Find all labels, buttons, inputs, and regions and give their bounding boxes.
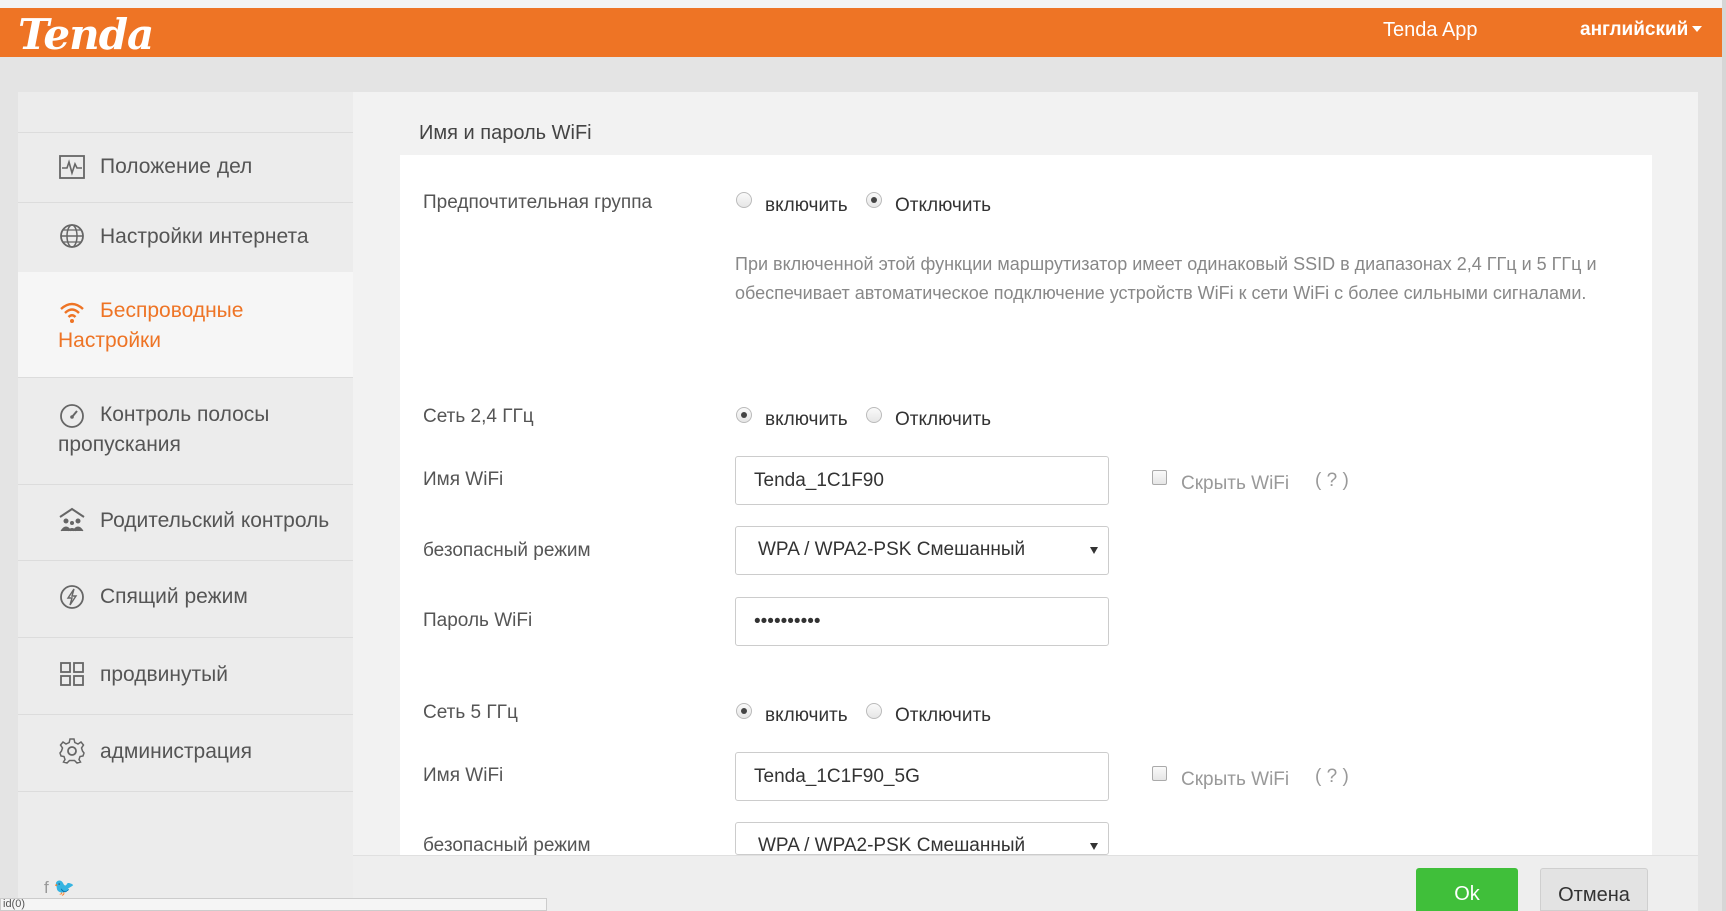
band5-disable-radio[interactable]: [866, 703, 882, 719]
band5-security-label: безопасный режим: [423, 835, 591, 856]
language-dropdown[interactable]: английский: [1580, 19, 1703, 41]
band24-security-label: безопасный режим: [423, 540, 591, 561]
sidebar-item-internet[interactable]: Настройки интернета: [18, 202, 353, 272]
band5-enable-label[interactable]: включить: [765, 705, 848, 727]
sidebar-item-wireless[interactable]: Беспроводные Настройки: [18, 272, 353, 377]
band5-disable-label[interactable]: Отключить: [895, 705, 991, 727]
tenda-logo[interactable]: Tenda: [18, 10, 154, 59]
sidebar-item-administration[interactable]: администрация: [18, 714, 353, 791]
band5-help-icon[interactable]: ( ? ): [1315, 766, 1349, 788]
language-label: английский: [1580, 19, 1689, 40]
sidebar-item-label: Родительский контроль: [100, 509, 330, 532]
preferred-disable-label[interactable]: Отключить: [895, 195, 991, 217]
browser-status-bar: id(0): [0, 898, 547, 911]
band24-ssid-input[interactable]: [735, 456, 1109, 505]
band24-enable-label[interactable]: включить: [765, 409, 848, 431]
band5-label: Сеть 5 ГГц: [423, 702, 518, 723]
band24-security-select[interactable]: WPA / WPA2-PSK Смешанный: [735, 526, 1109, 575]
sidebar-item-parental[interactable]: Родительский контроль: [18, 484, 353, 560]
sidebar-item-label: Беспроводные: [100, 299, 244, 322]
preferred-enable-label[interactable]: включить: [765, 195, 848, 217]
family-icon: [59, 507, 85, 532]
status-chart-icon: [59, 155, 85, 179]
preferred-group-label: Предпочтительная группа: [423, 192, 653, 213]
sidebar-item-label: Спящий режим: [100, 585, 248, 608]
band5-ssid-input[interactable]: [735, 752, 1109, 801]
band5-hide-checkbox[interactable]: [1152, 766, 1167, 781]
globe-icon: [60, 224, 84, 248]
social-links[interactable]: f 🐦: [44, 878, 75, 898]
sidebar-item-label-line2: Настройки: [58, 329, 161, 352]
band24-label: Сеть 2,4 ГГц: [423, 406, 534, 427]
gear-icon: [59, 738, 85, 764]
band24-disable-label[interactable]: Отключить: [895, 409, 991, 431]
ok-button[interactable]: Ok: [1416, 868, 1518, 911]
divider: [18, 791, 353, 792]
band5-ssid-label: Имя WiFi: [423, 765, 504, 786]
speedometer-icon: [60, 404, 84, 428]
band24-hide-label[interactable]: Скрыть WiFi: [1181, 473, 1289, 495]
section-title: Имя и пароль WiFi: [419, 122, 592, 144]
preferred-enable-radio[interactable]: [736, 192, 752, 208]
grid-icon: [60, 662, 84, 686]
band24-help-icon[interactable]: ( ? ): [1315, 470, 1349, 492]
sidebar-item-advanced[interactable]: продвинутый: [18, 637, 353, 714]
sidebar-item-label: Контроль полосы: [100, 403, 270, 426]
sidebar-item-label: администрация: [100, 740, 253, 763]
band5-enable-radio[interactable]: [736, 703, 752, 719]
band24-security-value: WPA / WPA2-PSK Смешанный: [758, 539, 1026, 560]
preferred-disable-radio[interactable]: [866, 192, 882, 208]
scrollbar[interactable]: [1722, 0, 1726, 911]
dropdown-arrow-icon: [1090, 843, 1098, 850]
chevron-down-icon: [1692, 26, 1703, 32]
sidebar-item-sleep[interactable]: Спящий режим: [18, 560, 353, 637]
tenda-app-link[interactable]: Tenda App: [1383, 19, 1478, 42]
preferred-description: При включенной этой функции маршрутизато…: [735, 254, 1597, 303]
sidebar-item-label: Положение дел: [100, 155, 253, 178]
wifi-icon: [60, 302, 84, 323]
sidebar-item-status[interactable]: Положение дел: [18, 132, 353, 202]
sidebar-item-label: продвинутый: [100, 663, 228, 686]
band24-password-input[interactable]: [735, 597, 1109, 646]
top-header: Tenda Tenda App английский: [0, 8, 1726, 59]
band5-security-value: WPA / WPA2-PSK Смешанный: [758, 835, 1026, 855]
band24-password-label: Пароль WiFi: [423, 610, 533, 631]
band24-enable-radio[interactable]: [736, 407, 752, 423]
band24-ssid-label: Имя WiFi: [423, 469, 504, 490]
band24-disable-radio[interactable]: [866, 407, 882, 423]
dropdown-arrow-icon: [1090, 547, 1098, 554]
sidebar: Положение дел Настройки интернета Беспро…: [18, 92, 353, 911]
sidebar-item-label-line2: пропускания: [58, 433, 181, 456]
band5-security-select[interactable]: WPA / WPA2-PSK Смешанный: [735, 822, 1109, 855]
band5-hide-label[interactable]: Скрыть WiFi: [1181, 769, 1289, 791]
browser-top-edge: [0, 0, 1726, 8]
cancel-button[interactable]: Отмена: [1540, 868, 1648, 911]
sleep-power-icon: [60, 585, 84, 609]
sidebar-item-label: Настройки интернета: [100, 225, 309, 248]
band24-hide-checkbox[interactable]: [1152, 470, 1167, 485]
sidebar-item-bandwidth[interactable]: Контроль полосы пропускания: [18, 377, 353, 484]
